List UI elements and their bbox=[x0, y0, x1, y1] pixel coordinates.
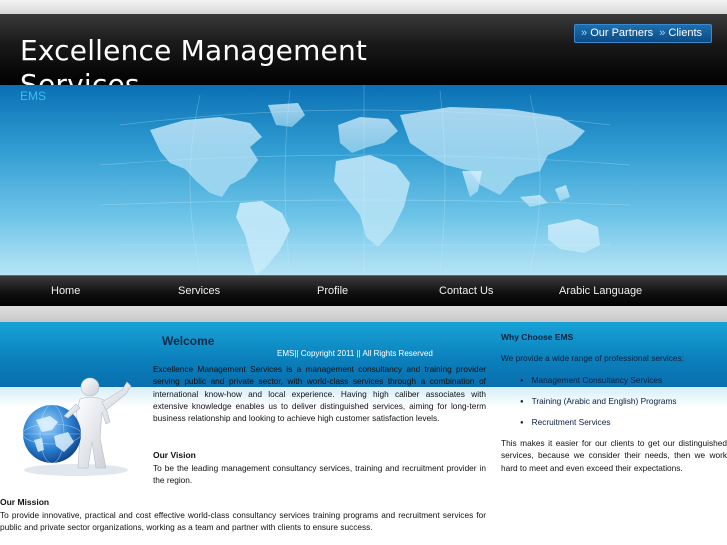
site-header: Excellence Management Services » Our Par… bbox=[0, 14, 727, 101]
top-links: » Our Partners » Clients bbox=[574, 24, 712, 43]
nav-arabic-language[interactable]: Arabic Language bbox=[559, 276, 642, 307]
vision-heading: Our Vision bbox=[153, 450, 196, 460]
main-nav: Home Services Profile Contact Us Arabic … bbox=[0, 275, 727, 306]
services-list: Management Consultancy Services Training… bbox=[520, 374, 677, 437]
nav-shadow-strip bbox=[0, 306, 727, 322]
welcome-heading: Welcome bbox=[162, 334, 215, 348]
nav-contact-us[interactable]: Contact Us bbox=[439, 276, 493, 307]
intro-paragraph: Excellence Management Services is a mana… bbox=[153, 364, 486, 424]
world-map-banner: EMS bbox=[0, 85, 727, 275]
world-map-icon bbox=[0, 85, 727, 275]
why-choose-closing: This makes it easier for our clients to … bbox=[501, 438, 727, 473]
link-separator: » bbox=[581, 27, 588, 39]
person-holding-globe-icon bbox=[22, 377, 132, 476]
link-separator: » bbox=[659, 27, 666, 39]
our-partners-link[interactable]: Our Partners bbox=[590, 27, 653, 39]
site-tagline: EMS bbox=[20, 89, 47, 103]
list-item: Recruitment Services bbox=[520, 416, 677, 437]
clients-link[interactable]: Clients bbox=[668, 27, 702, 39]
vision-paragraph: To be the leading management consultancy… bbox=[153, 463, 486, 486]
why-choose-intro: We provide a wide range of professional … bbox=[501, 353, 684, 363]
why-choose-heading: Why Choose EMS bbox=[501, 332, 574, 342]
nav-services[interactable]: Services bbox=[178, 276, 220, 307]
nav-profile[interactable]: Profile bbox=[317, 276, 348, 307]
mission-paragraph: To provide innovative, practical and cos… bbox=[0, 510, 486, 533]
nav-home[interactable]: Home bbox=[51, 276, 80, 307]
list-item: Management Consultancy Services bbox=[520, 374, 677, 395]
top-strip bbox=[0, 0, 727, 14]
list-item: Training (Arabic and English) Programs bbox=[520, 395, 677, 416]
copyright-text: EMS|| Copyright 2011 || All Rights Reser… bbox=[277, 349, 433, 358]
mission-heading: Our Mission bbox=[0, 497, 50, 507]
